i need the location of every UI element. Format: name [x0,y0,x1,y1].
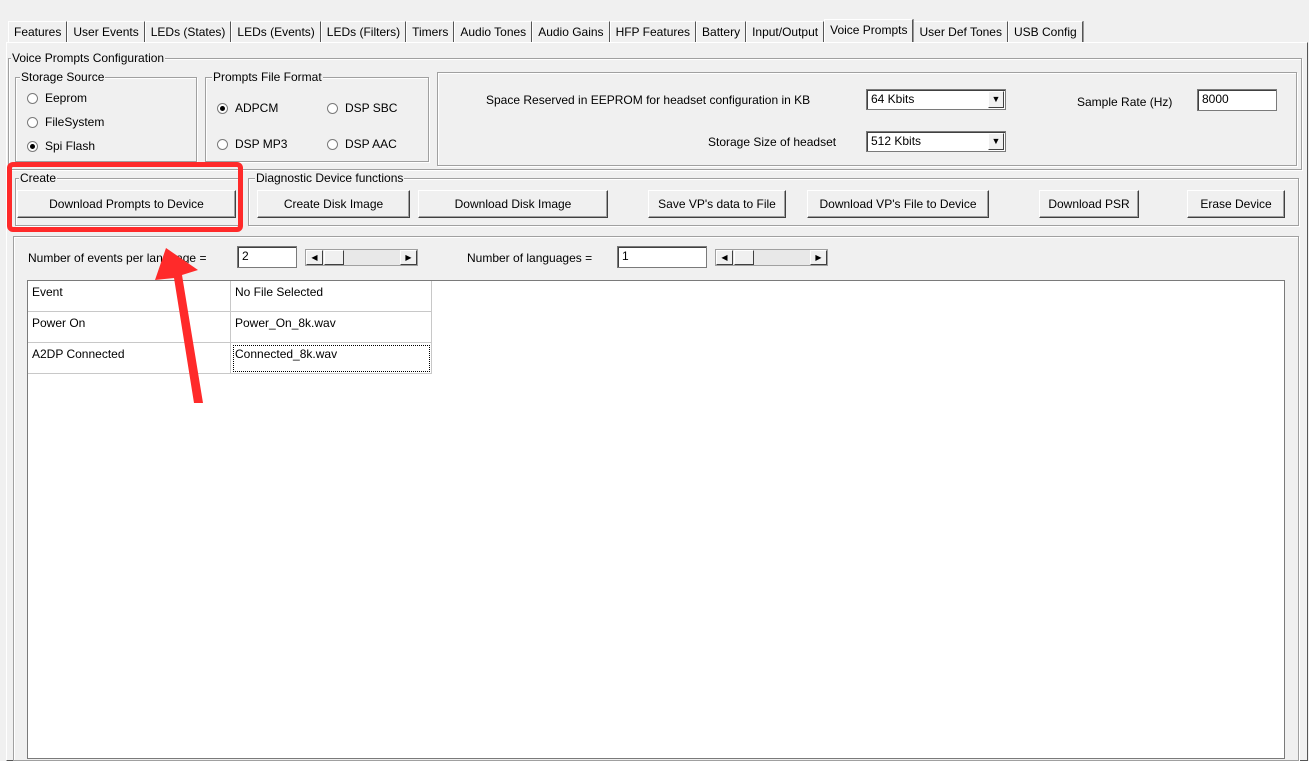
radio-label: DSP AAC [345,137,397,151]
tab-leds-events[interactable]: LEDs (Events) [231,21,321,42]
tab-user-def-tones[interactable]: User Def Tones [913,21,1008,42]
tab-bar: Features User Events LEDs (States) LEDs … [8,19,1083,42]
grid-cell-file-header[interactable]: No File Selected [231,281,432,312]
download-psr-button[interactable]: Download PSR [1039,190,1139,218]
radio-indicator [27,116,38,128]
radio-indicator [327,102,338,114]
radio-indicator [27,140,38,152]
tab-user-events[interactable]: User Events [67,21,145,42]
tab-hfp-features[interactable]: HFP Features [609,21,697,42]
voice-prompt-grid[interactable]: Event No File Selected Power On Power_On… [27,280,1285,759]
download-prompts-button[interactable]: Download Prompts to Device [17,190,236,218]
create-disk-image-button[interactable]: Create Disk Image [257,190,410,218]
radio-label: DSP MP3 [235,137,288,151]
radio-indicator [327,138,338,150]
download-vp-file-button[interactable]: Download VP's File to Device [807,190,989,218]
scroll-thumb[interactable] [324,250,344,265]
languages-label: Number of languages = [467,251,593,265]
format-adpcm-radio[interactable]: ADPCM [217,100,278,116]
voice-prompts-config-title: Voice Prompts Configuration [11,51,166,65]
tab-battery[interactable]: Battery [696,21,747,42]
tab-leds-states[interactable]: LEDs (States) [144,21,232,42]
tab-features[interactable]: Features [8,21,68,42]
sample-rate-label: Sample Rate (Hz) [1077,95,1173,109]
scroll-left-icon[interactable]: ◀ [716,250,733,265]
events-per-language-input[interactable]: 2 [237,246,297,268]
tab-leds-filters[interactable]: LEDs (Filters) [320,21,407,42]
format-dsp-aac-radio[interactable]: DSP AAC [327,136,397,152]
storage-size-combo[interactable]: 512 Kbits ▼ [866,131,1006,152]
grid-cell-file[interactable]: Connected_8k.wav [231,343,432,374]
storage-filesystem-radio[interactable]: FileSystem [27,114,104,130]
storage-size-label: Storage Size of headset [708,135,837,149]
format-dsp-mp3-radio[interactable]: DSP MP3 [217,136,287,152]
prompts-file-format-legend: Prompts File Format [212,70,323,84]
download-disk-image-button[interactable]: Download Disk Image [418,190,608,218]
erase-device-button[interactable]: Erase Device [1187,190,1285,218]
sample-rate-input[interactable]: 8000 [1197,89,1277,111]
storage-source-legend: Storage Source [20,70,106,84]
scroll-right-icon[interactable]: ▶ [400,250,417,265]
tab-audio-tones[interactable]: Audio Tones [454,21,533,42]
radio-label: Spi Flash [45,139,96,153]
scroll-thumb[interactable] [734,250,754,265]
storage-eeprom-radio[interactable]: Eeprom [27,90,87,106]
space-reserved-combo[interactable]: 64 Kbits ▼ [866,89,1006,110]
grid-cell-event[interactable]: A2DP Connected [28,343,231,374]
scroll-right-icon[interactable]: ▶ [810,250,827,265]
radio-label: ADPCM [235,101,279,115]
chevron-down-icon[interactable]: ▼ [988,133,1004,150]
storage-spi-flash-radio[interactable]: Spi Flash [27,138,95,154]
chevron-down-icon[interactable]: ▼ [988,91,1004,108]
languages-scrollbar[interactable]: ◀ ▶ [715,249,828,266]
save-vp-data-button[interactable]: Save VP's data to File [648,190,786,218]
space-reserved-value: 64 Kbits [871,92,915,106]
tab-audio-gains[interactable]: Audio Gains [532,21,610,42]
tab-timers[interactable]: Timers [406,21,455,42]
storage-size-value: 512 Kbits [871,134,922,148]
tab-usb-config[interactable]: USB Config [1007,21,1083,42]
events-per-language-scrollbar[interactable]: ◀ ▶ [305,249,418,266]
scroll-left-icon[interactable]: ◀ [306,250,323,265]
grid-cell-event-header[interactable]: Event [28,281,231,312]
tab-input-output[interactable]: Input/Output [746,21,825,42]
radio-label: FileSystem [45,115,105,129]
grid-cell-file[interactable]: Power_On_8k.wav [231,312,432,343]
grid-cell-event[interactable]: Power On [28,312,231,343]
radio-indicator [217,102,228,114]
radio-indicator [217,138,228,150]
format-dsp-sbc-radio[interactable]: DSP SBC [327,100,397,116]
radio-label: DSP SBC [345,101,398,115]
radio-label: Eeprom [45,91,88,105]
events-per-language-label: Number of events per language = [28,251,207,265]
languages-input[interactable]: 1 [617,246,707,268]
tab-voice-prompts[interactable]: Voice Prompts [824,19,914,42]
create-legend: Create [19,171,58,185]
space-reserved-label: Space Reserved in EEPROM for headset con… [486,93,811,107]
radio-indicator [27,92,38,104]
diagnostic-legend: Diagnostic Device functions [255,171,405,185]
